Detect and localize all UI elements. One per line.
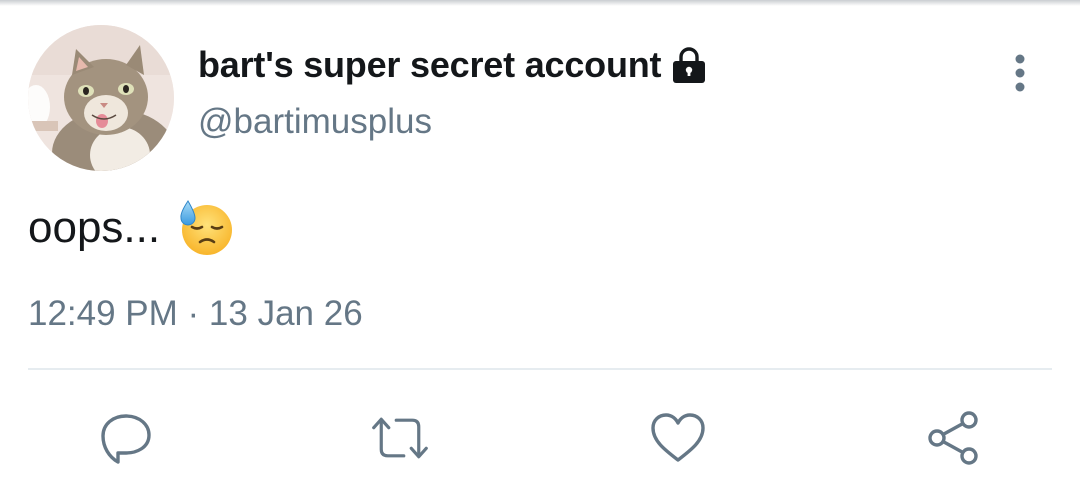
- tweet-text: oops...: [28, 203, 161, 252]
- retweet-icon: [372, 417, 428, 459]
- tweet-time: 12:49 PM: [28, 294, 178, 333]
- lock-icon: [669, 45, 709, 85]
- timestamp: 12:49 PM · 13 Jan 26: [28, 294, 363, 334]
- reply-button[interactable]: [96, 408, 156, 468]
- share-button[interactable]: [924, 408, 984, 468]
- retweet-button[interactable]: [370, 408, 430, 468]
- more-button[interactable]: [1000, 48, 1040, 98]
- more-vertical-icon: [1015, 54, 1025, 92]
- tweet-text-row: oops...: [28, 196, 234, 260]
- tweet-detail: bart's super secret account @bartimusplu…: [0, 0, 1080, 501]
- avatar[interactable]: [28, 25, 174, 171]
- share-icon: [928, 411, 978, 465]
- heart-icon: [651, 413, 705, 462]
- handle[interactable]: @bartimusplus: [198, 102, 432, 142]
- tweet-date: 13 Jan 26: [208, 294, 363, 333]
- like-button[interactable]: [648, 408, 708, 468]
- timestamp-separator: ·: [177, 294, 209, 333]
- top-edge-shadow: [0, 0, 1080, 6]
- downcast-face-with-sweat-icon: [176, 199, 234, 257]
- display-name-row: bart's super secret account: [198, 40, 709, 90]
- reply-icon: [101, 414, 151, 464]
- display-name[interactable]: bart's super secret account: [198, 44, 662, 86]
- divider: [28, 368, 1052, 370]
